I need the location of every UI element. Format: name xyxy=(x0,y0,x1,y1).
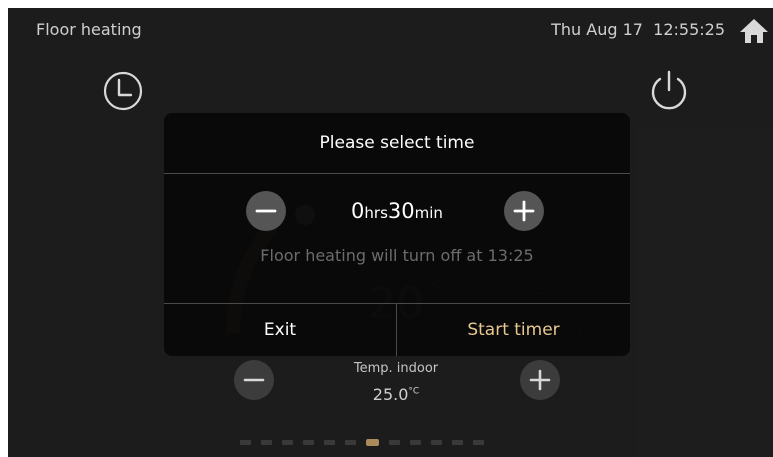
floor-heating-screen: Floor heating Thu Aug 17 12:55:25 20 °C … xyxy=(8,8,773,457)
divider xyxy=(164,173,630,174)
dialog-title: Please select time xyxy=(319,133,475,153)
increase-time-button[interactable] xyxy=(504,191,544,231)
decrease-time-button[interactable] xyxy=(246,191,286,231)
exit-button[interactable]: Exit xyxy=(164,304,396,356)
minutes-unit: min xyxy=(414,204,443,222)
start-timer-button[interactable]: Start timer xyxy=(397,304,630,356)
turn-off-info: Floor heating will turn off at 13:25 xyxy=(260,246,534,265)
hours-value: 0 xyxy=(351,199,365,223)
minus-icon xyxy=(255,209,277,213)
timer-dialog: Please select time 0hrs30min Floor heati… xyxy=(164,113,630,356)
hours-unit: hrs xyxy=(364,204,388,222)
plus-icon xyxy=(513,200,535,222)
timer-duration: 0hrs30min xyxy=(314,199,480,223)
minutes-value: 30 xyxy=(387,199,415,223)
